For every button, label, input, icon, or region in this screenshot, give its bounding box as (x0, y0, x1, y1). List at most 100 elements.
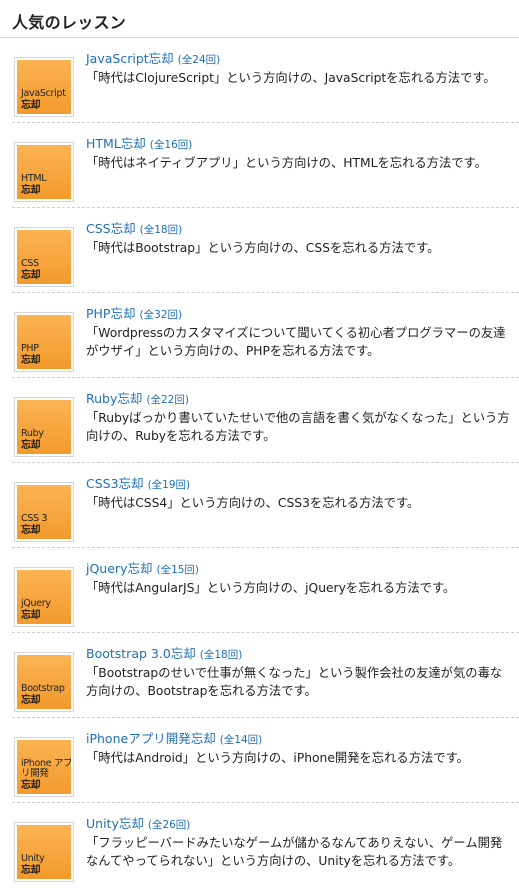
lesson-description: 「時代はCSS4」という方向けの、CSS3を忘れる方法です。 (86, 496, 420, 510)
lesson-title-link[interactable]: CSS3忘却 (86, 476, 144, 491)
lesson-count: (全26回) (147, 819, 191, 831)
lesson-body: Ruby忘却 (全22回) 「Rubyばっかり書いていたせいで他の言語を書く気がな… (86, 390, 519, 445)
lesson-description: 「時代はBootstrap」という方向けの、CSSを忘れる方法です。 (86, 241, 440, 255)
lesson-thumbnail[interactable]: CSS 忘却 (14, 227, 74, 287)
lesson-thumbnail[interactable]: jQuery 忘却 (14, 567, 74, 627)
panel-header: 人気のレッスン (0, 0, 519, 38)
lesson-item: Unity 忘却 Unity忘却 (全26回) 「フラッピーバードみたいなゲームが… (12, 803, 519, 888)
lesson-title-link[interactable]: Bootstrap 3.0忘却 (86, 646, 196, 661)
lesson-count: (全19回) (147, 479, 191, 491)
lesson-thumbnail-image: HTML 忘却 (17, 145, 71, 199)
lesson-count: (全16回) (149, 139, 193, 151)
lesson-item: iPhone アプリ開発 忘却 iPhoneアプリ開発忘却 (全14回) 「時代は… (12, 718, 519, 803)
lesson-item: JavaScript 忘却 JavaScript忘却 (全24回) 「時代はClo… (12, 38, 519, 123)
lesson-thumbnail-image: JavaScript 忘却 (17, 60, 71, 114)
lesson-thumbnail-image: Ruby 忘却 (17, 400, 71, 454)
lesson-thumbnail-image: CSS 3 忘却 (17, 485, 71, 539)
thumbnail-suffix: 忘却 (21, 780, 41, 791)
lesson-title-link[interactable]: Unity忘却 (86, 816, 144, 831)
lesson-title-line: iPhoneアプリ開発忘却 (全14回) (86, 730, 519, 749)
lesson-thumbnail[interactable]: CSS 3 忘却 (14, 482, 74, 542)
lesson-description: 「時代はネイティブアプリ」という方向けの、HTMLを忘れる方法です。 (86, 156, 487, 170)
lesson-title-line: jQuery忘却 (全15回) (86, 560, 519, 579)
lesson-description: 「Rubyばっかり書いていたせいで他の言語を書く気がなくなった」という方向けの、… (86, 411, 510, 443)
lesson-count: (全22回) (146, 394, 189, 406)
lesson-body: JavaScript忘却 (全24回) 「時代はClojureScript」という… (86, 50, 519, 87)
lesson-thumbnail-image: jQuery 忘却 (17, 570, 71, 624)
thumbnail-suffix: 忘却 (21, 270, 41, 281)
lesson-thumbnail[interactable]: HTML 忘却 (14, 142, 74, 202)
lesson-title-link[interactable]: PHP忘却 (86, 306, 135, 321)
lesson-thumbnail[interactable]: Bootstrap 忘却 (14, 652, 74, 712)
lesson-description: 「時代はClojureScript」という方向けの、JavaScriptを忘れる… (86, 71, 496, 85)
thumbnail-label: Unity (21, 853, 45, 864)
lesson-title-line: CSS3忘却 (全19回) (86, 475, 519, 494)
lesson-count: (全18回) (139, 224, 183, 236)
thumbnail-label: HTML (21, 173, 47, 184)
lesson-title-link[interactable]: iPhoneアプリ開発忘却 (86, 731, 216, 746)
lesson-title-link[interactable]: CSS忘却 (86, 221, 136, 236)
lesson-title-link[interactable]: JavaScript忘却 (86, 51, 174, 66)
thumbnail-suffix: 忘却 (21, 185, 41, 196)
lesson-description: 「時代はAngularJS」という方向けの、jQueryを忘れる方法です。 (86, 581, 456, 595)
lesson-thumbnail[interactable]: PHP 忘却 (14, 312, 74, 372)
lesson-thumbnail-image: iPhone アプリ開発 忘却 (17, 740, 71, 794)
lesson-title-link[interactable]: jQuery忘却 (86, 561, 152, 576)
lesson-description: 「Wordpressのカスタマイズについて聞いてくる初心者プログラマーの友達がウ… (86, 326, 506, 358)
lesson-title-line: PHP忘却 (全32回) (86, 305, 519, 324)
lesson-thumbnail-image: CSS 忘却 (17, 230, 71, 284)
lesson-body: Unity忘却 (全26回) 「フラッピーバードみたいなゲームが儲かるなんてありえ… (86, 815, 519, 870)
lesson-title-line: Ruby忘却 (全22回) (86, 390, 519, 409)
lesson-title-link[interactable]: HTML忘却 (86, 136, 146, 151)
thumbnail-label: iPhone アプリ開発 (21, 758, 71, 779)
lesson-count: (全15回) (156, 564, 200, 576)
thumbnail-label: CSS 3 (21, 513, 48, 524)
lesson-body: Bootstrap 3.0忘却 (全18回) 「Bootstrapのせいで仕事が無… (86, 645, 519, 700)
lesson-body: CSS3忘却 (全19回) 「時代はCSS4」という方向けの、CSS3を忘れる方法… (86, 475, 519, 512)
lesson-body: HTML忘却 (全16回) 「時代はネイティブアプリ」という方向けの、HTMLを忘… (86, 135, 519, 172)
lesson-item: PHP 忘却 PHP忘却 (全32回) 「Wordpressのカスタマイズについて… (12, 293, 519, 378)
popular-lessons-panel: 人気のレッスン JavaScript 忘却 JavaScript忘却 (全24回)… (0, 0, 519, 888)
thumbnail-suffix: 忘却 (21, 100, 41, 111)
thumbnail-label: JavaScript (21, 88, 66, 99)
lesson-thumbnail[interactable]: Unity 忘却 (14, 822, 74, 882)
lesson-thumbnail-image: Bootstrap 忘却 (17, 655, 71, 709)
lesson-title-line: HTML忘却 (全16回) (86, 135, 519, 154)
thumbnail-label: CSS (21, 258, 39, 269)
lesson-body: CSS忘却 (全18回) 「時代はBootstrap」という方向けの、CSSを忘れ… (86, 220, 519, 257)
lesson-item: CSS 3 忘却 CSS3忘却 (全19回) 「時代はCSS4」という方向けの、C… (12, 463, 519, 548)
lesson-title-line: JavaScript忘却 (全24回) (86, 50, 519, 69)
lesson-description: 「時代はAndroid」という方向けの、iPhone開発を忘れる方法です。 (86, 751, 469, 765)
lesson-count: (全24回) (177, 54, 221, 66)
lesson-item: Ruby 忘却 Ruby忘却 (全22回) 「Rubyばっかり書いていたせいで他の… (12, 378, 519, 463)
lesson-count: (全14回) (219, 734, 263, 746)
lesson-list: JavaScript 忘却 JavaScript忘却 (全24回) 「時代はClo… (0, 38, 519, 888)
lesson-thumbnail[interactable]: JavaScript 忘却 (14, 57, 74, 117)
thumbnail-suffix: 忘却 (21, 440, 41, 451)
thumbnail-suffix: 忘却 (21, 610, 41, 621)
lesson-title-line: Bootstrap 3.0忘却 (全18回) (86, 645, 519, 664)
lesson-body: iPhoneアプリ開発忘却 (全14回) 「時代はAndroid」という方向けの、… (86, 730, 519, 767)
lesson-title-line: CSS忘却 (全18回) (86, 220, 519, 239)
lesson-thumbnail[interactable]: iPhone アプリ開発 忘却 (14, 737, 74, 797)
thumbnail-suffix: 忘却 (21, 695, 41, 706)
lesson-thumbnail-image: PHP 忘却 (17, 315, 71, 369)
panel-title: 人気のレッスン (12, 13, 127, 32)
lesson-item: CSS 忘却 CSS忘却 (全18回) 「時代はBootstrap」という方向けの… (12, 208, 519, 293)
lesson-count: (全32回) (139, 309, 183, 321)
lesson-title-line: Unity忘却 (全26回) (86, 815, 519, 834)
thumbnail-suffix: 忘却 (21, 865, 41, 876)
lesson-thumbnail[interactable]: Ruby 忘却 (14, 397, 74, 457)
lesson-title-link[interactable]: Ruby忘却 (86, 391, 142, 406)
thumbnail-suffix: 忘却 (21, 355, 41, 366)
thumbnail-label: PHP (21, 343, 39, 354)
lesson-item: HTML 忘却 HTML忘却 (全16回) 「時代はネイティブアプリ」という方向け… (12, 123, 519, 208)
thumbnail-label: jQuery (21, 598, 51, 609)
thumbnail-suffix: 忘却 (21, 525, 41, 536)
lesson-count: (全18回) (199, 649, 243, 661)
thumbnail-label: Bootstrap (21, 683, 65, 694)
thumbnail-label: Ruby (21, 428, 44, 439)
lesson-description: 「フラッピーバードみたいなゲームが儲かるなんてありえない、ゲーム開発なんてやって… (86, 836, 503, 868)
lesson-body: PHP忘却 (全32回) 「Wordpressのカスタマイズについて聞いてくる初心… (86, 305, 519, 360)
lesson-description: 「Bootstrapのせいで仕事が無くなった」という製作会社の友達が気の毒な方向… (86, 666, 503, 698)
